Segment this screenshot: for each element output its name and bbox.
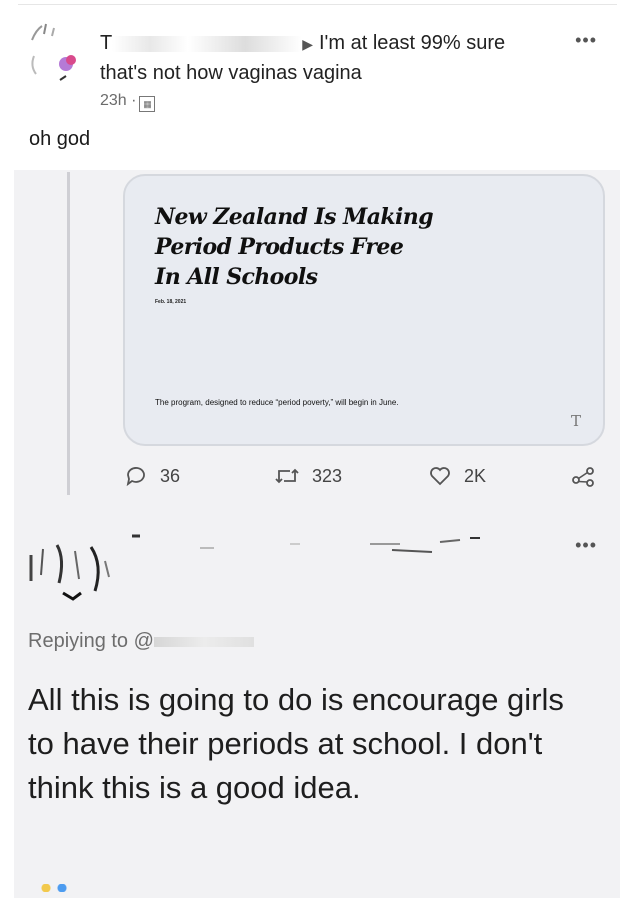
retweet-icon	[275, 468, 299, 484]
share-button[interactable]	[570, 463, 608, 489]
reply-icon	[126, 467, 145, 487]
replying-to: Repiying to @	[28, 630, 254, 653]
more-options-icon[interactable]: •••	[575, 30, 597, 51]
audience-icon: ▦	[139, 96, 156, 112]
heart-icon	[430, 467, 450, 486]
reply-count: 36	[160, 465, 181, 486]
comment-meta: 23h · ▦	[100, 92, 156, 112]
headline-line: In All Schools	[155, 264, 318, 290]
redacted-handle[interactable]	[153, 636, 254, 647]
reply-body: All this is going to do is encourage gir…	[28, 682, 564, 805]
article-headline[interactable]: New Zealand Is Making Period Products Fr…	[155, 202, 434, 292]
source-logo-icon: T	[571, 412, 582, 430]
comment-header: Tx▶ I'm at least 99% sure	[100, 32, 505, 55]
comment-reply-text: oh god	[29, 128, 91, 150]
replying-to-label: Repiying to @	[28, 630, 154, 652]
headline-line: New Zealand Is Making	[155, 204, 434, 230]
retweet-button[interactable]: 323	[274, 463, 342, 489]
bottom-strip	[14, 874, 620, 898]
comment-text-line1: I'm at least 99% sure	[319, 32, 506, 54]
reply-arrow-icon: ▶	[302, 36, 313, 52]
redacted-name: x	[112, 35, 303, 52]
more-options-icon[interactable]: •••	[575, 535, 597, 556]
commenter-avatar[interactable]	[26, 22, 88, 84]
comment-text-line2: that's not how vaginas vagina	[100, 62, 362, 84]
share-icon	[572, 467, 594, 487]
like-count: 2K	[464, 465, 487, 486]
commenter-initial[interactable]: T	[100, 32, 112, 54]
article-summary: The program, designed to reduce “period …	[155, 398, 399, 407]
comment-time[interactable]: 23h ·	[100, 92, 136, 109]
reaction-icons	[40, 884, 100, 892]
article-date: Feb. 18, 2021	[155, 299, 187, 305]
headline-line: Period Products Free	[155, 234, 404, 260]
like-button[interactable]: 2K	[428, 463, 486, 489]
redacted-username	[130, 530, 500, 560]
retweet-count: 323	[312, 465, 343, 486]
top-divider	[18, 4, 617, 5]
reply-avatar[interactable]	[25, 535, 117, 605]
reply-button[interactable]: 36	[124, 463, 180, 489]
thread-line	[67, 172, 70, 495]
